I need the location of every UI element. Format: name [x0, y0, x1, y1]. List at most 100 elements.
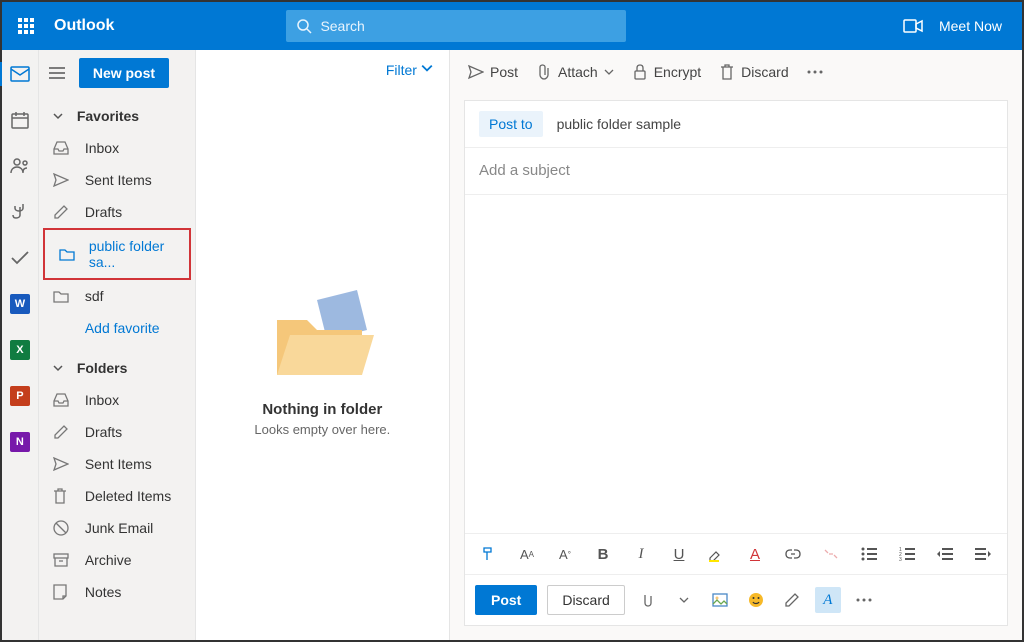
- folders-item-label: Deleted Items: [85, 488, 171, 504]
- cmd-more[interactable]: [807, 70, 823, 74]
- cmd-discard[interactable]: Discard: [719, 64, 788, 80]
- bullets-icon[interactable]: [855, 540, 883, 568]
- font-color-icon[interactable]: A: [741, 540, 769, 568]
- app-launcher-icon[interactable]: [10, 10, 42, 42]
- editor-area[interactable]: [465, 195, 1007, 533]
- favorites-item-drafts[interactable]: Drafts: [39, 196, 195, 228]
- emoji-icon[interactable]: [743, 587, 769, 613]
- add-favorite-link[interactable]: Add favorite: [39, 312, 195, 344]
- folders-item-deleted[interactable]: Deleted Items: [39, 480, 195, 512]
- filter-label: Filter: [386, 62, 417, 78]
- left-rail: W X P N: [2, 50, 39, 640]
- cmd-encrypt[interactable]: Encrypt: [632, 64, 701, 80]
- action-bar: Post Discard A: [465, 574, 1007, 625]
- folder-icon: [53, 289, 71, 303]
- rail-mail-icon[interactable]: [6, 60, 34, 88]
- show-format-icon[interactable]: A: [815, 587, 841, 613]
- folder-icon: [59, 247, 75, 261]
- folders-item-inbox[interactable]: Inbox: [39, 384, 195, 416]
- hamburger-icon[interactable]: [49, 67, 69, 79]
- archive-icon: [53, 553, 71, 567]
- notes-icon: [53, 584, 71, 600]
- discard-button[interactable]: Discard: [547, 585, 624, 615]
- app-name: Outlook: [54, 17, 114, 35]
- numbering-icon[interactable]: 123: [893, 540, 921, 568]
- empty-folder-icon: [262, 285, 382, 385]
- unlink-icon[interactable]: [817, 540, 845, 568]
- format-painter-icon[interactable]: [475, 540, 503, 568]
- favorites-item-label: public folder sa...: [89, 238, 175, 270]
- send-icon: [468, 64, 484, 80]
- folders-item-junk[interactable]: Junk Email: [39, 512, 195, 544]
- bold-icon[interactable]: B: [589, 540, 617, 568]
- new-post-button[interactable]: New post: [79, 58, 169, 88]
- favorites-section-header[interactable]: Favorites: [39, 100, 195, 132]
- folders-item-sent[interactable]: Sent Items: [39, 448, 195, 480]
- favorites-item-label: Sent Items: [85, 172, 152, 188]
- outdent-icon[interactable]: [931, 540, 959, 568]
- attach-dropdown-icon[interactable]: [635, 587, 661, 613]
- rail-people-icon[interactable]: [6, 152, 34, 180]
- folders-item-label: Notes: [85, 584, 122, 600]
- cmd-post[interactable]: Post: [468, 64, 518, 80]
- folders-item-label: Sent Items: [85, 456, 152, 472]
- junk-icon: [53, 520, 71, 536]
- picture-icon[interactable]: [707, 587, 733, 613]
- cmd-discard-label: Discard: [741, 64, 788, 80]
- folders-section-header[interactable]: Folders: [39, 352, 195, 384]
- favorites-item-sent[interactable]: Sent Items: [39, 164, 195, 196]
- highlight-icon[interactable]: [703, 540, 731, 568]
- meet-camera-icon[interactable]: [903, 19, 923, 33]
- more-actions-icon[interactable]: [851, 587, 877, 613]
- search-input[interactable]: [320, 18, 616, 34]
- indent-icon[interactable]: [969, 540, 997, 568]
- attach-icon: [536, 64, 552, 80]
- signature-icon[interactable]: [779, 587, 805, 613]
- trash-icon: [719, 64, 735, 80]
- subject-input[interactable]: [479, 162, 993, 179]
- cmd-attach-label: Attach: [558, 64, 598, 80]
- folders-item-label: Archive: [85, 552, 132, 568]
- filter-button[interactable]: Filter: [196, 50, 449, 82]
- compose-pane: Post Attach Encrypt Discard Post to: [450, 50, 1022, 640]
- sent-icon: [53, 457, 71, 471]
- folders-label: Folders: [77, 360, 128, 376]
- rail-calendar-icon[interactable]: [6, 106, 34, 134]
- draft-icon: [53, 204, 71, 220]
- folder-pane: New post Favorites Inbox Sent Items Draf…: [39, 50, 196, 640]
- empty-subtitle: Looks empty over here.: [254, 422, 390, 437]
- cmd-attach[interactable]: Attach: [536, 64, 614, 80]
- post-to-button[interactable]: Post to: [479, 111, 543, 137]
- meet-now-button[interactable]: Meet Now: [939, 18, 1002, 34]
- rail-word-icon[interactable]: W: [6, 290, 34, 318]
- lock-icon: [632, 64, 648, 80]
- post-to-row: Post to public folder sample: [465, 101, 1007, 148]
- folders-item-notes[interactable]: Notes: [39, 576, 195, 608]
- attach-chevron-icon[interactable]: [671, 587, 697, 613]
- italic-icon[interactable]: I: [627, 540, 655, 568]
- post-button[interactable]: Post: [475, 585, 537, 615]
- favorites-item-public-folder[interactable]: public folder sa...: [45, 230, 189, 278]
- font-icon[interactable]: AA: [513, 540, 541, 568]
- favorites-item-inbox[interactable]: Inbox: [39, 132, 195, 164]
- font-size-icon[interactable]: A°: [551, 540, 579, 568]
- compose-body: Post to public folder sample AA A° B I U…: [464, 100, 1008, 626]
- search-box[interactable]: [286, 10, 626, 42]
- favorites-item-sdf[interactable]: sdf: [39, 280, 195, 312]
- rail-powerpoint-icon[interactable]: P: [6, 382, 34, 410]
- favorites-item-label: Drafts: [85, 204, 122, 220]
- link-icon[interactable]: [779, 540, 807, 568]
- rail-onenote-icon[interactable]: N: [6, 428, 34, 456]
- chevron-down-icon: [53, 111, 63, 121]
- rail-todo-icon[interactable]: [6, 244, 34, 272]
- underline-icon[interactable]: U: [665, 540, 693, 568]
- rail-excel-icon[interactable]: X: [6, 336, 34, 364]
- folders-item-archive[interactable]: Archive: [39, 544, 195, 576]
- folders-item-label: Junk Email: [85, 520, 153, 536]
- draft-icon: [53, 424, 71, 440]
- chevron-down-icon: [604, 67, 614, 77]
- folders-item-drafts[interactable]: Drafts: [39, 416, 195, 448]
- rail-files-icon[interactable]: [6, 198, 34, 226]
- sent-icon: [53, 173, 71, 187]
- favorites-item-label: sdf: [85, 288, 104, 304]
